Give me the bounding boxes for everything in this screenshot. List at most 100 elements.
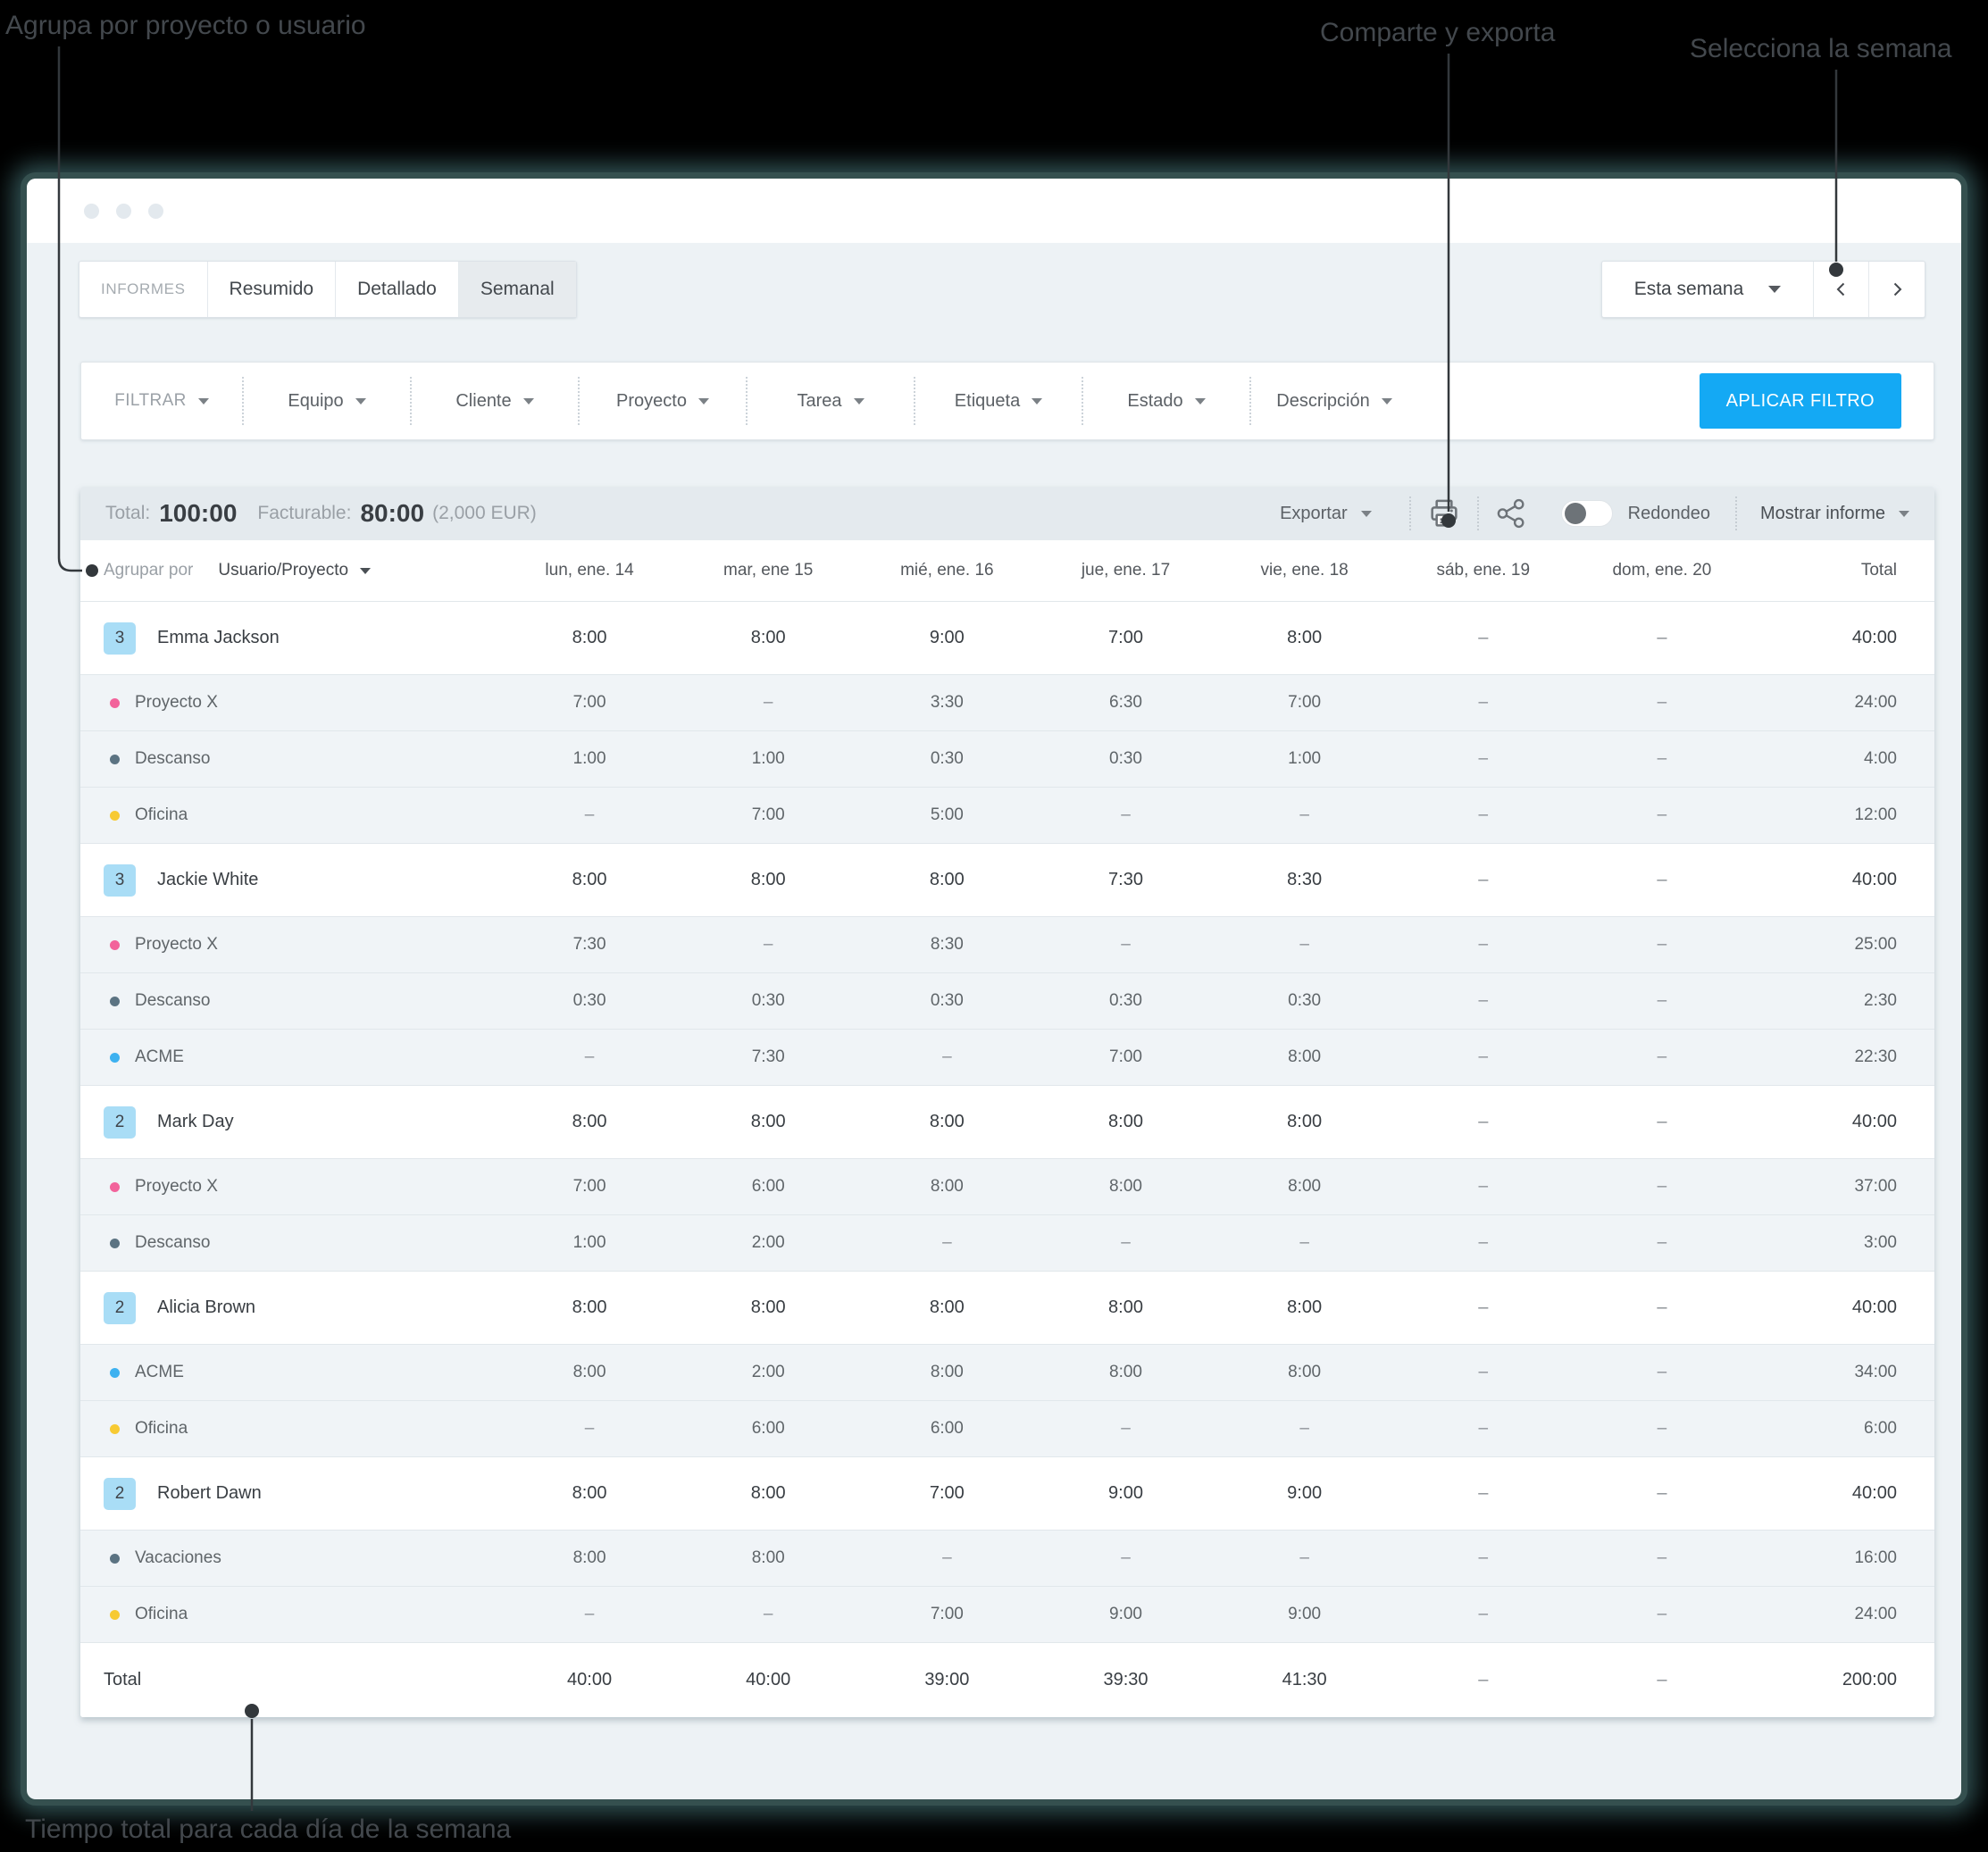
project-row[interactable]: Proyecto X 7:30 – 8:30 – – – – 25:00 bbox=[80, 916, 1934, 972]
chevron-down-icon bbox=[1032, 397, 1043, 405]
user-row[interactable]: 3 Jackie White 8:00 8:00 8:00 7:30 8:30 – – 40:00 bbox=[80, 843, 1934, 916]
day-value: 7:00 bbox=[1108, 628, 1143, 647]
project-row[interactable]: Vacaciones 8:00 8:00 – – – – – 16:00 bbox=[80, 1530, 1934, 1586]
day-value: 7:00 bbox=[929, 1483, 965, 1503]
day-value: 8:00 bbox=[750, 1297, 786, 1317]
project-label-cell: Oficina bbox=[80, 1419, 500, 1439]
column-header: sáb, ene. 19 bbox=[1436, 561, 1531, 580]
filter-label: Cliente bbox=[455, 390, 512, 411]
day-value: – bbox=[1657, 749, 1667, 768]
project-color-dot bbox=[110, 1609, 120, 1620]
project-row[interactable]: Oficina – – 7:00 9:00 9:00 – – 24:00 bbox=[80, 1586, 1934, 1642]
previous-week-button[interactable] bbox=[1814, 262, 1869, 317]
filter-dropdown-proyecto[interactable]: Proyecto bbox=[578, 377, 746, 425]
project-row[interactable]: Descanso 1:00 2:00 – – – – – 3:00 bbox=[80, 1214, 1934, 1271]
chevron-down-icon bbox=[1381, 397, 1392, 405]
user-row[interactable]: 2 Robert Dawn 8:00 8:00 7:00 9:00 9:00 – – 40:00 bbox=[80, 1456, 1934, 1530]
row-total-value: 40:00 bbox=[1851, 1297, 1897, 1317]
project-row[interactable]: Proyecto X 7:00 – 3:30 6:30 7:00 – – 24:00 bbox=[80, 674, 1934, 730]
project-color-dot bbox=[110, 1423, 120, 1434]
row-total-value: 40:00 bbox=[1851, 1483, 1897, 1503]
user-row[interactable]: 2 Mark Day 8:00 8:00 8:00 8:00 8:00 – – 40:00 bbox=[80, 1085, 1934, 1158]
filter-dropdown-etiqueta[interactable]: Etiqueta bbox=[914, 377, 1082, 425]
row-total-value: 24:00 bbox=[1854, 1605, 1897, 1623]
chevron-down-icon bbox=[1899, 510, 1909, 517]
day-value: 0:30 bbox=[930, 991, 964, 1010]
column-header: Total bbox=[1860, 561, 1897, 580]
rounding-toggle[interactable] bbox=[1560, 500, 1613, 527]
summary-actions: Exportar Redondeo Mostrar informe bbox=[1280, 496, 1909, 531]
table-header: Agrupar por Usuario/Proyecto lun, ene. 1… bbox=[80, 540, 1934, 601]
project-row[interactable]: Proyecto X 7:00 6:00 8:00 8:00 8:00 – – 37:00 bbox=[80, 1158, 1934, 1214]
user-name: Mark Day bbox=[157, 1112, 234, 1131]
filter-dropdown-estado[interactable]: Estado bbox=[1082, 377, 1249, 425]
tab-detallado[interactable]: Detallado bbox=[336, 262, 459, 317]
report-tabs: INFORMES Resumido Detallado Semanal bbox=[79, 261, 577, 318]
day-value: – bbox=[1478, 1605, 1489, 1623]
day-value: 8:00 bbox=[572, 1548, 606, 1567]
day-value: – bbox=[1657, 1363, 1667, 1381]
total-value: 100:00 bbox=[159, 499, 238, 527]
show-report-dropdown[interactable]: Mostrar informe bbox=[1737, 504, 1909, 524]
project-name: Descanso bbox=[135, 749, 211, 768]
apply-filter-button[interactable]: APLICAR FILTRO bbox=[1699, 373, 1901, 429]
day-value: – bbox=[1657, 805, 1667, 824]
tab-resumido[interactable]: Resumido bbox=[208, 262, 337, 317]
project-label-cell: Proyecto X bbox=[80, 935, 500, 955]
day-value: 5:00 bbox=[930, 805, 964, 824]
project-name: Proyecto X bbox=[135, 1177, 218, 1196]
project-row[interactable]: ACME 8:00 2:00 8:00 8:00 8:00 – – 34:00 bbox=[80, 1344, 1934, 1400]
filter-dropdown-tarea[interactable]: Tarea bbox=[746, 377, 914, 425]
project-row[interactable]: Descanso 0:30 0:30 0:30 0:30 0:30 – – 2:30 bbox=[80, 972, 1934, 1029]
project-row[interactable]: ACME – 7:30 – 7:00 8:00 – – 22:30 bbox=[80, 1029, 1934, 1085]
group-by-label: Agrupar por bbox=[104, 561, 194, 580]
filtrar-dropdown[interactable]: FILTRAR bbox=[81, 377, 242, 424]
filter-dropdown-equipo[interactable]: Equipo bbox=[242, 377, 410, 425]
user-name: Robert Dawn bbox=[157, 1483, 262, 1503]
filter-dropdown-cliente[interactable]: Cliente bbox=[410, 377, 578, 425]
share-icon bbox=[1497, 498, 1524, 529]
project-name: Oficina bbox=[135, 1605, 188, 1623]
annotation-group-by: Agrupa por proyecto o usuario bbox=[5, 11, 366, 40]
day-value: – bbox=[1121, 1548, 1131, 1567]
filter-label: Proyecto bbox=[616, 390, 687, 411]
day-value: – bbox=[1478, 1047, 1489, 1066]
project-count-badge: 3 bbox=[104, 863, 136, 897]
column-header: vie, ene. 18 bbox=[1260, 561, 1349, 580]
project-count-badge: 2 bbox=[104, 1291, 136, 1324]
filter-label: Etiqueta bbox=[954, 390, 1021, 411]
column-header: lun, ene. 14 bbox=[545, 561, 634, 580]
day-value: 8:00 bbox=[572, 1363, 606, 1381]
day-value: – bbox=[1657, 1047, 1667, 1066]
day-value: 6:00 bbox=[751, 1419, 785, 1438]
user-row[interactable]: 3 Emma Jackson 8:00 8:00 9:00 7:00 8:00 – – 40:00 bbox=[80, 601, 1934, 674]
day-value: – bbox=[763, 1605, 773, 1623]
project-row[interactable]: Oficina – 6:00 6:00 – – – – 6:00 bbox=[80, 1400, 1934, 1456]
user-row[interactable]: 2 Alicia Brown 8:00 8:00 8:00 8:00 8:00 – – 40:00 bbox=[80, 1271, 1934, 1344]
project-name: Descanso bbox=[135, 1233, 211, 1252]
app-window: INFORMES Resumido Detallado Semanal Esta s… bbox=[27, 179, 1961, 1799]
print-button[interactable] bbox=[1411, 496, 1477, 531]
week-range-dropdown[interactable]: Esta semana bbox=[1602, 262, 1814, 317]
day-value: 9:00 bbox=[1287, 1483, 1323, 1503]
project-row[interactable]: Descanso 1:00 1:00 0:30 0:30 1:00 – – 4:00 bbox=[80, 730, 1934, 787]
next-week-button[interactable] bbox=[1869, 262, 1925, 317]
tab-semanal[interactable]: Semanal bbox=[458, 262, 576, 317]
day-value: 8:00 bbox=[572, 870, 607, 889]
day-value: 7:30 bbox=[1108, 870, 1143, 889]
rounding-label: Redondeo bbox=[1627, 503, 1710, 523]
group-by-dropdown[interactable]: Usuario/Proyecto bbox=[218, 561, 372, 580]
day-value: – bbox=[1299, 805, 1309, 824]
chevron-down-icon bbox=[697, 397, 709, 405]
share-button[interactable] bbox=[1479, 496, 1543, 530]
project-count-badge: 2 bbox=[104, 1477, 136, 1510]
day-value: 8:00 bbox=[572, 1112, 607, 1131]
export-dropdown[interactable]: Exportar bbox=[1280, 504, 1409, 524]
day-value: – bbox=[1478, 1233, 1489, 1252]
day-value: 8:00 bbox=[929, 1297, 965, 1317]
project-row[interactable]: Oficina – 7:00 5:00 – – – – 12:00 bbox=[80, 787, 1934, 843]
day-value: 39:30 bbox=[1103, 1670, 1149, 1689]
project-color-dot bbox=[110, 754, 120, 764]
filter-dropdown-descripción[interactable]: Descripción bbox=[1249, 377, 1417, 425]
billable-value: 80:00 bbox=[360, 499, 425, 527]
